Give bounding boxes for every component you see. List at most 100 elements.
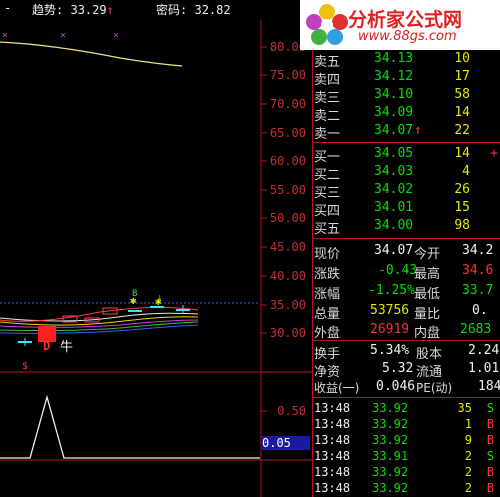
tick-time: 13:48: [314, 417, 351, 431]
ask-row-4[interactable]: 卖四 34.12 17: [312, 68, 500, 88]
bid-volume: 98: [454, 218, 470, 233]
tick-row[interactable]: 13:48 33.92 35 S: [312, 400, 500, 416]
ask-volume: 22: [454, 123, 470, 138]
quote-value: 53756: [370, 303, 410, 318]
ask-row-2[interactable]: 卖二 34.09 14: [312, 104, 500, 124]
bid-price: 34.05: [374, 146, 414, 161]
bid-volume: 26: [454, 182, 470, 197]
tick-price: 33.92: [372, 465, 409, 479]
bid-price: 34.01: [374, 200, 414, 215]
bid-row-5[interactable]: 买五 34.00 98: [312, 217, 500, 237]
bid-price: 34.02: [374, 182, 414, 197]
tick-volume: 1: [464, 417, 472, 431]
ask-price: 34.10: [374, 87, 414, 102]
tick-price: 33.92: [372, 417, 409, 431]
d-marker: D: [43, 339, 51, 353]
axis-label: 30.00: [269, 326, 306, 340]
ask-price: 34.09: [374, 105, 414, 120]
tick-volume: 2: [464, 449, 472, 463]
tick-side: B: [486, 465, 494, 479]
quote-row-pct: 涨幅 -1.25% 最低 33.7: [312, 282, 500, 302]
password-indicator: 密码: 32.82: [156, 1, 231, 18]
trend-indicator: 趋势: 33.29↑: [32, 1, 114, 18]
finance-value: 5.32: [382, 361, 414, 376]
tick-side: B: [486, 433, 494, 447]
quote-label: 涨跌: [314, 267, 341, 282]
bid-row-2[interactable]: 买二 34.03 4: [312, 163, 500, 183]
quote-label: 最高: [414, 267, 441, 282]
ask-volume: 10: [454, 51, 470, 66]
quote-label: 内盘: [414, 326, 441, 341]
tick-row[interactable]: 13:48 33.91 2 S: [312, 448, 500, 464]
tick-price: 33.91: [372, 449, 409, 463]
tick-row[interactable]: 13:48 33.92 1 B: [312, 416, 500, 432]
finance-value: 5.34%: [370, 343, 410, 358]
tick-side: S: [486, 401, 494, 415]
ask-price: 34.07: [374, 123, 414, 138]
axis-label: 40.00: [269, 269, 306, 283]
bid-label: 买五: [314, 222, 341, 237]
axis-label: 55.00: [269, 183, 306, 197]
svg-text:↓: ↓: [157, 293, 162, 303]
password-label: 密码:: [156, 3, 188, 17]
bid-volume: 15: [454, 200, 470, 215]
ask-row-3[interactable]: 卖三 34.10 58: [312, 86, 500, 106]
bid-price: 34.00: [374, 218, 414, 233]
quote-row-price: 现价 34.07 今开 34.2: [312, 242, 500, 262]
ask-row-5[interactable]: 卖五 34.13 10: [312, 50, 500, 70]
tick-time: 13:48: [314, 401, 351, 415]
finance-label: 收益(一): [314, 381, 360, 395]
svg-text:×: ×: [2, 30, 8, 41]
svg-text:B: B: [132, 289, 137, 299]
tick-price: 33.92: [372, 481, 409, 495]
finance-row-netasset: 净资 5.32 流通 1.01: [312, 360, 500, 380]
bid-row-1[interactable]: 买一 34.05 14 +: [312, 145, 500, 165]
quote-panel: 卖五 34.13 10 卖四 34.12 17 卖三 34.10 58 卖二 3…: [312, 0, 500, 497]
dollar-marker: $: [22, 361, 29, 372]
axis-label: 0.50: [277, 404, 306, 418]
ask-volume: 14: [454, 105, 470, 120]
quote-label: 涨幅: [314, 287, 341, 302]
quote-label: 量比: [414, 307, 441, 322]
ask-row-1[interactable]: 卖一 34.07 ↑ 22: [312, 122, 500, 142]
svg-text:×: ×: [113, 30, 119, 41]
axis-label: 75.00: [269, 68, 306, 82]
quote-value: -0.43: [378, 263, 418, 278]
ask-price: 34.12: [374, 69, 414, 84]
ask-volume: 58: [454, 87, 470, 102]
ask-label: 卖一: [314, 127, 341, 142]
quote-value: 34.07: [374, 243, 414, 258]
bid-row-3[interactable]: 买三 34.02 26: [312, 181, 500, 201]
quote-value: 0.: [472, 303, 488, 318]
indicator-value-badge: 0.05: [262, 436, 310, 450]
quote-label: 现价: [314, 247, 341, 262]
quote-value: 34.2: [462, 243, 494, 258]
bid-price: 34.03: [374, 164, 414, 179]
finance-label: PE(动): [416, 381, 453, 395]
quote-row-volume: 总量 53756 量比 0.: [312, 302, 500, 322]
bid-row-4[interactable]: 买四 34.01 15: [312, 199, 500, 219]
axis-label: 50.00: [269, 211, 306, 225]
quote-value: 34.6: [462, 263, 494, 278]
quote-label: 外盘: [314, 326, 341, 341]
bid-volume: 4: [462, 164, 470, 179]
bull-label: 牛: [60, 340, 74, 355]
finance-value: 2.24: [468, 343, 500, 358]
chart-area[interactable]: × × × ✱ B ✱ ↓ - 趋势: 33.29↑ 密码: 32.82 $ D…: [0, 0, 312, 497]
trend-arrow: ↑: [106, 3, 114, 17]
quote-value: 2683: [460, 322, 492, 337]
finance-value: 184: [478, 379, 500, 394]
axis-label: 45.00: [269, 240, 306, 254]
tick-row[interactable]: 13:48 33.92 9 B: [312, 432, 500, 448]
tick-row[interactable]: 13:48 33.92 2 B: [312, 480, 500, 496]
trend-label: 趋势:: [32, 3, 64, 17]
bid-volume: 14: [454, 146, 470, 161]
password-value: 32.82: [194, 3, 231, 17]
quote-value: 33.7: [462, 283, 494, 298]
quote-value: 26919: [370, 322, 410, 337]
quote-row-outer: 外盘 26919 内盘 2683: [312, 321, 500, 341]
quote-row-change: 涨跌 -0.43 最高 34.6: [312, 262, 500, 282]
tick-row[interactable]: 13:48 33.92 2 B: [312, 464, 500, 480]
ask-price: 34.13: [374, 51, 414, 66]
axis-label: 70.00: [269, 97, 306, 111]
